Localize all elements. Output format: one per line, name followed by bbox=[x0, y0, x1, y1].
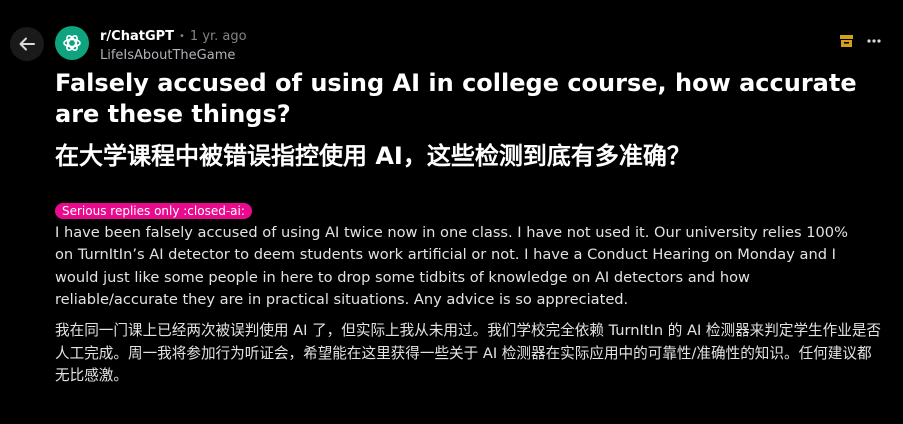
arrow-left-icon bbox=[19, 37, 35, 51]
author-link[interactable]: LifeIsAboutTheGame bbox=[100, 47, 247, 64]
post-flair[interactable]: Serious replies only :closed-ai: bbox=[55, 203, 252, 219]
award-icon[interactable] bbox=[840, 35, 853, 47]
post-meta: r/ChatGPT • 1 yr. ago LifeIsAboutTheGame bbox=[100, 28, 247, 64]
subreddit-link[interactable]: r/ChatGPT bbox=[100, 28, 174, 45]
more-options-icon[interactable] bbox=[867, 39, 881, 43]
post-age: 1 yr. ago bbox=[189, 29, 247, 44]
meta-separator: • bbox=[179, 31, 185, 42]
openai-logo-icon bbox=[63, 35, 81, 51]
subreddit-avatar[interactable] bbox=[55, 26, 89, 60]
post-title: Falsely accused of using AI in college c… bbox=[55, 69, 857, 128]
post-body-translation: 我在同一门课上已经两次被误判使用 AI 了，但实际上我从未用过。我们学校完全依赖… bbox=[55, 322, 882, 384]
post-body: I have been falsely accused of using AI … bbox=[55, 224, 848, 308]
back-button[interactable] bbox=[10, 27, 44, 61]
post-actions bbox=[840, 35, 881, 47]
post-page: r/ChatGPT • 1 yr. ago LifeIsAboutTheGame… bbox=[0, 0, 903, 424]
post-title-translation: 在大学课程中被错误指控使用 AI，这些检测到底有多准确？ bbox=[55, 142, 691, 170]
